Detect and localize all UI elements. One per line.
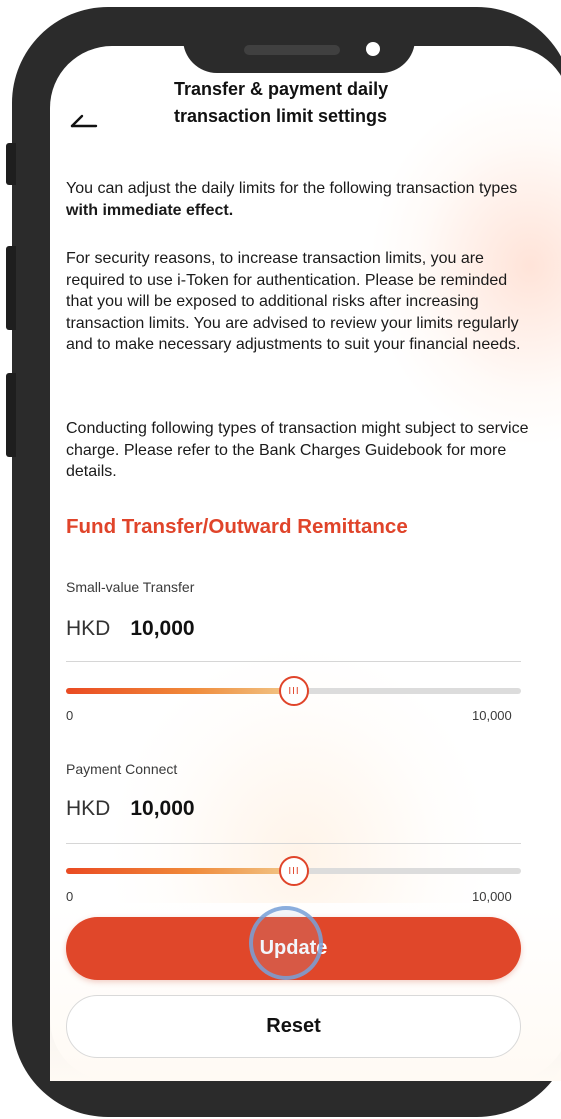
slider-min-label: 0 <box>66 708 74 723</box>
divider <box>66 661 521 662</box>
side-button-mute <box>6 143 16 185</box>
page-title: Transfer & payment daily transaction lim… <box>174 76 494 130</box>
notch <box>183 7 415 73</box>
limit-amount-row: HKD 10,000 <box>66 617 195 647</box>
limit-amount-row: HKD 10,000 <box>66 797 195 827</box>
limit-amount-value: 10,000 <box>130 797 195 820</box>
back-arrow-icon[interactable] <box>70 106 98 128</box>
limit-slider-payment-connect[interactable]: III <box>66 856 521 886</box>
limit-amount-value: 10,000 <box>130 617 195 640</box>
page-title-line-2: transaction limit settings <box>174 106 388 126</box>
side-button-volume-up <box>6 246 16 330</box>
limit-label-payment-connect: Payment Connect <box>66 761 178 777</box>
slider-min-label: 0 <box>66 889 74 904</box>
slider-thumb[interactable]: III <box>279 856 309 886</box>
slider-thumb[interactable]: III <box>279 676 309 706</box>
slider-fill <box>66 868 294 874</box>
currency-label: HKD <box>66 797 111 820</box>
slider-max-label: 10,000 <box>472 889 512 904</box>
slider-max-label: 10,000 <box>472 708 512 723</box>
intro-paragraph-1: You can adjust the daily limits for the … <box>66 178 532 221</box>
limit-label-small-value-transfer: Small-value Transfer <box>66 579 195 595</box>
slider-fill <box>66 688 294 694</box>
limit-slider-small-value-transfer[interactable]: III <box>66 676 521 706</box>
page-title-line-1: Transfer & payment daily <box>174 79 389 99</box>
intro-text: You can adjust the daily limits for the … <box>66 180 518 197</box>
currency-label: HKD <box>66 617 111 640</box>
section-title: Fund Transfer/Outward Remittance <box>66 515 408 538</box>
front-camera <box>366 42 380 56</box>
speaker-grille <box>244 45 340 55</box>
device-stage: Transfer & payment daily transaction lim… <box>0 0 561 1119</box>
touch-indicator <box>249 906 323 980</box>
service-charge-paragraph: Conducting following types of transactio… <box>66 420 529 480</box>
security-paragraph: For security reasons, to increase transa… <box>66 250 521 353</box>
side-button-volume-down <box>6 373 16 457</box>
intro-emphasis: with immediate effect. <box>66 201 234 219</box>
divider <box>66 843 521 844</box>
reset-button[interactable]: Reset <box>66 995 521 1058</box>
